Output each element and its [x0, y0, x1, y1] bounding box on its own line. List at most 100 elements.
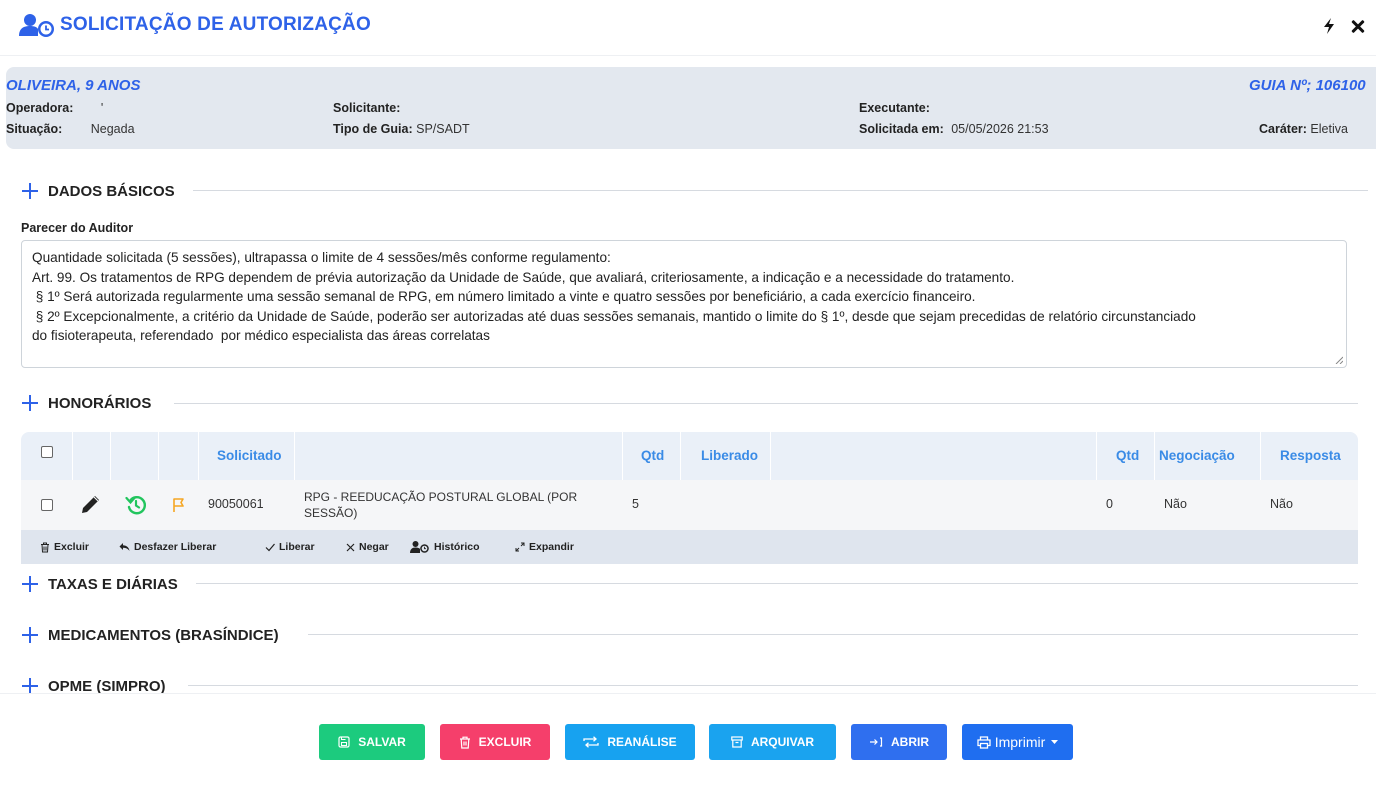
divider: [193, 190, 1368, 191]
resize-grip-icon[interactable]: [1335, 356, 1343, 364]
printer-icon: [977, 735, 991, 749]
expandir-action[interactable]: Expandir: [515, 541, 574, 553]
historico-action[interactable]: Histórico: [410, 541, 480, 553]
select-all-checkbox[interactable]: [41, 446, 53, 458]
cell-negociacao: Não: [1164, 497, 1187, 511]
divider: [188, 685, 1358, 686]
arquivar-label: ARQUIVAR: [750, 735, 815, 749]
negar-label: Negar: [359, 541, 389, 553]
archive-icon: [731, 736, 743, 748]
section-title: HONORÁRIOS: [48, 394, 152, 412]
column-divider: [1260, 432, 1261, 480]
operadora-label: Operadora:: [6, 101, 74, 115]
trash-icon: [459, 736, 470, 749]
carater-label: Caráter:: [1259, 122, 1307, 136]
parecer-textarea[interactable]: Quantidade solicitada (5 sessões), ultra…: [21, 240, 1347, 368]
cell-qtd-liberado: 0: [1106, 497, 1113, 511]
lightning-icon[interactable]: [1322, 18, 1336, 34]
solicitante-field: Solicitante:: [333, 101, 400, 115]
section-honorarios[interactable]: HONORÁRIOS: [22, 393, 151, 413]
cell-descricao-line: RPG - REEDUCAÇÃO POSTURAL GLOBAL (POR: [304, 490, 578, 504]
row-checkbox[interactable]: [41, 499, 53, 511]
abrir-label: ABRIR: [891, 735, 929, 749]
plus-icon[interactable]: [22, 627, 38, 643]
column-divider: [198, 432, 199, 480]
reanalise-label: REANÁLISE: [607, 735, 677, 749]
times-icon: [346, 543, 355, 551]
historico-label: Histórico: [434, 541, 480, 553]
column-divider: [1154, 432, 1155, 480]
solicitada-label: Solicitada em:: [859, 122, 944, 136]
plus-icon[interactable]: [22, 576, 38, 592]
divider: [308, 634, 1358, 635]
arquivar-button[interactable]: ARQUIVAR: [709, 724, 836, 760]
col-liberado[interactable]: Liberado: [701, 448, 758, 463]
solicitada-value: 05/05/2026 21:53: [951, 122, 1049, 136]
column-divider: [770, 432, 771, 480]
operadora-field: Operadora: ': [6, 101, 103, 115]
guia-number: GUIA Nº; 106100: [1249, 77, 1366, 94]
excluir-action[interactable]: Excluir: [40, 541, 89, 553]
expand-icon: [515, 542, 525, 552]
patient-name: OLIVEIRA, 9 ANOS: [6, 77, 141, 94]
plus-icon[interactable]: [22, 183, 38, 199]
cell-descricao: RPG - REEDUCAÇÃO POSTURAL GLOBAL (POR SE…: [304, 489, 577, 521]
liberar-action[interactable]: Liberar: [265, 541, 315, 553]
excluir-button[interactable]: EXCLUIR: [440, 724, 550, 760]
cell-codigo: 90050061: [208, 497, 264, 511]
carater-field: Caráter: Eletiva: [1259, 122, 1348, 136]
excluir-label: EXCLUIR: [478, 735, 532, 749]
pencil-icon[interactable]: [80, 495, 102, 515]
expandir-label: Expandir: [529, 541, 574, 553]
section-dados-basicos[interactable]: DADOS BÁSICOS: [22, 181, 175, 201]
parecer-label: Parecer do Auditor: [21, 221, 134, 235]
close-icon[interactable]: [1348, 16, 1368, 36]
page-title: SOLICITAÇÃO DE AUTORIZAÇÃO: [60, 14, 371, 35]
column-divider: [294, 432, 295, 480]
plus-icon[interactable]: [22, 678, 38, 694]
section-title: TAXAS E DIÁRIAS: [48, 575, 178, 593]
parecer-line: § 2º Excepcionalmente, a critério da Uni…: [32, 308, 1196, 324]
caret-down-icon: [1051, 739, 1059, 744]
salvar-button[interactable]: SALVAR: [319, 724, 425, 760]
check-icon: [265, 543, 275, 551]
executante-field: Executante:: [859, 101, 930, 115]
section-title: OPME (SIMPRO): [48, 677, 166, 695]
col-solicitado[interactable]: Solicitado: [217, 448, 282, 463]
plus-icon[interactable]: [22, 395, 38, 411]
desfazer-liberar-action[interactable]: Desfazer Liberar: [119, 541, 216, 553]
solicitada-field: Solicitada em: 05/05/2026 21:53: [859, 122, 1049, 136]
divider: [174, 403, 1358, 404]
user-clock-icon: [19, 14, 54, 37]
parecer-line: Art. 99. Os tratamentos de RPG dependem …: [32, 269, 1015, 285]
col-resposta[interactable]: Resposta: [1280, 448, 1341, 463]
tipo-guia-label: Tipo de Guia:: [333, 122, 413, 136]
footer-divider: [0, 693, 1376, 694]
row-action-bar: Excluir Desfazer Liberar Liberar Negar H…: [21, 530, 1358, 564]
abrir-button[interactable]: ABRIR: [851, 724, 947, 760]
section-title: MEDICAMENTOS (BRASÍNDICE): [48, 626, 279, 644]
section-medicamentos[interactable]: MEDICAMENTOS (BRASÍNDICE): [22, 625, 279, 645]
negar-action[interactable]: Negar: [346, 541, 389, 553]
user-clock-icon: [410, 541, 429, 553]
solicitante-label: Solicitante:: [333, 101, 401, 115]
col-qtd-liberado[interactable]: Qtd: [1116, 448, 1139, 463]
history-icon[interactable]: [125, 495, 147, 515]
flag-icon[interactable]: [171, 497, 187, 513]
honorarios-table: Solicitado Qtd Liberado Qtd Negociação R…: [21, 432, 1358, 564]
imprimir-button[interactable]: Imprimir: [962, 724, 1073, 760]
column-divider: [110, 432, 111, 480]
column-divider: [158, 432, 159, 480]
section-taxas-diarias[interactable]: TAXAS E DIÁRIAS: [22, 574, 178, 594]
cell-qtd: 5: [632, 497, 639, 511]
login-icon: [870, 737, 883, 747]
executante-label: Executante:: [859, 101, 930, 115]
tipo-guia-value: SP/SADT: [416, 122, 470, 136]
carater-value: Eletiva: [1310, 122, 1348, 136]
reanalise-button[interactable]: REANÁLISE: [565, 724, 695, 760]
table-row[interactable]: 90050061 RPG - REEDUCAÇÃO POSTURAL GLOBA…: [21, 480, 1358, 530]
save-icon: [338, 736, 350, 748]
col-qtd[interactable]: Qtd: [641, 448, 664, 463]
salvar-label: SALVAR: [358, 735, 406, 749]
col-negociacao[interactable]: Negociação: [1159, 448, 1235, 463]
